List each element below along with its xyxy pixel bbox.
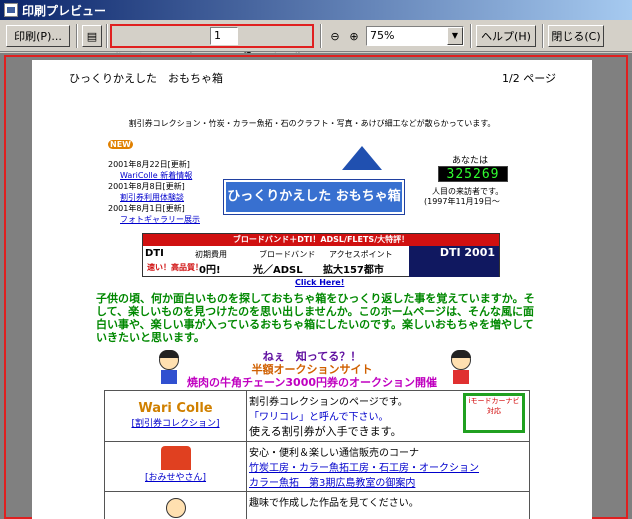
printed-page: ひっくりかえした おもちゃ箱 1/2 ページ 割引券コレクション・竹炭・カラー魚… — [32, 60, 592, 519]
page-setup-button[interactable]: ▤ — [82, 25, 102, 47]
page-number-input[interactable]: 1 — [210, 27, 238, 45]
toolbar-separator — [76, 24, 78, 48]
intro-paragraph: 子供の頃、何か面白いものを探しておもちゃ箱をひっくり返した事を覚えていますか。そ… — [96, 292, 535, 344]
print-preview-window: 印刷プレビュー 印刷(P)... ▤ ⇤ ← ページ(A) /2 → ⇥ ⊖ ⊕… — [0, 0, 632, 519]
dti-ad-banner[interactable]: ブロードバンド＋DTI！ADSL/FLETS/大特評！ DTI 速い！高品質！ … — [142, 233, 500, 277]
banner-brand: DTI — [145, 248, 164, 259]
page-header-number: 1/2 ページ — [502, 72, 556, 85]
chevron-down-icon[interactable]: ▼ — [447, 27, 463, 45]
banner-col-head: ブロードバンド — [259, 250, 316, 259]
help-button[interactable]: ヘルプ(H) — [476, 25, 536, 47]
zoom-out-icon: ⊖ — [330, 29, 340, 43]
app-icon — [4, 3, 18, 17]
page-header-title: ひっくりかえした おもちゃ箱 — [69, 72, 223, 85]
section-link[interactable]: 竹炭工房・カラー魚拓工房・石工房・オークション — [249, 459, 527, 474]
site-logo[interactable]: ひっくりかえした おもちゃ箱 — [223, 144, 405, 215]
banner-col-value: 光／ADSL — [253, 265, 303, 276]
banner-col-value: 0円! — [199, 265, 221, 276]
news-date: 2001年8月22日[更新] — [108, 160, 190, 169]
zoom-out-button[interactable]: ⊖ — [326, 25, 344, 47]
toolbar-separator — [106, 24, 108, 48]
shop-icon[interactable] — [160, 446, 191, 470]
news-date: 2001年8月8日[更新] — [108, 182, 185, 191]
zoom-value: 75% — [370, 29, 395, 42]
banner-col-value: 拡大157都市 — [323, 265, 384, 276]
banner-headline: ブロードバンド＋DTI！ADSL/FLETS/大特評！ — [143, 234, 499, 246]
visitor-label: あなたは — [452, 156, 489, 166]
imode-navi-box[interactable]: iモードカーナビ対応 — [463, 393, 525, 433]
section-table: Wari Colle [割引券コレクション] 割引券コレクションのページです。 … — [104, 390, 530, 519]
banner-col-head: 初期費用 — [195, 250, 227, 259]
toolbar-separator — [320, 24, 322, 48]
section-text: 安心・便利＆楽しい通信販売のコーナ — [249, 448, 419, 459]
news-date: 2001年8月1日[更新] — [108, 204, 185, 213]
title-bar: 印刷プレビュー — [0, 0, 632, 20]
news-link[interactable]: WariColle 新着情報 — [120, 170, 192, 181]
table-row: 趣味で作成した作品を見てください。 — [104, 491, 530, 519]
section-link[interactable]: カラー魚拓 第3期広島教室の御案内 — [249, 474, 527, 489]
window-title: 印刷プレビュー — [22, 3, 107, 18]
artwork-icon[interactable] — [165, 498, 186, 518]
waricolle-logo[interactable]: Wari Colle — [107, 401, 244, 416]
banner-promo: 速い！高品質！ — [147, 263, 203, 272]
banner-right-graphic: DTI 2001 — [409, 246, 499, 277]
promo-line-3[interactable]: 焼肉の牛角チェーン3000円券のオークション開催 — [32, 374, 592, 390]
table-row: [おみせやさん] 安心・便利＆楽しい通信販売のコーナ 竹炭工房・カラー魚拓工房・… — [104, 441, 530, 492]
zoom-in-icon: ⊕ — [349, 29, 359, 43]
news-link[interactable]: フォトギャラリー展示 — [120, 214, 200, 225]
toolbar: 印刷(P)... ▤ ⇤ ← ページ(A) /2 → ⇥ ⊖ ⊕ ヘルプ(H) … — [0, 20, 632, 64]
section-caption[interactable]: [割引券コレクション] — [107, 416, 244, 429]
house-icon — [342, 146, 382, 170]
banner-col-head: アクセスポイント — [329, 250, 393, 259]
close-button[interactable]: 閉じる(C) — [548, 25, 604, 47]
section-text: 趣味で作成した作品を見てください。 — [249, 498, 419, 509]
table-row: Wari Colle [割引券コレクション] 割引券コレクションのページです。 … — [104, 390, 530, 442]
visitor-since: (1997年11月19日～ — [424, 197, 500, 206]
print-button[interactable]: 印刷(P)... — [6, 25, 70, 47]
visitor-counter: 325269 — [438, 166, 508, 182]
banner-click-link[interactable]: Click Here! — [295, 278, 344, 287]
site-logo-text: ひっくりかえした おもちゃ箱 — [223, 179, 405, 215]
section-caption[interactable]: [おみせやさん] — [107, 470, 244, 483]
page-subtitle: 割引券コレクション・竹炭・カラー魚拓・石のクラフト・写真・あけび細工などが散らか… — [128, 119, 496, 128]
new-badge: NEW — [108, 140, 133, 149]
toolbar-separator — [542, 24, 544, 48]
zoom-in-button[interactable]: ⊕ — [345, 25, 363, 47]
news-link[interactable]: 割引券利用体験談 — [120, 192, 184, 203]
page-setup-icon: ▤ — [86, 29, 98, 43]
toolbar-separator — [470, 24, 472, 48]
zoom-select[interactable]: 75% ▼ — [366, 26, 464, 46]
